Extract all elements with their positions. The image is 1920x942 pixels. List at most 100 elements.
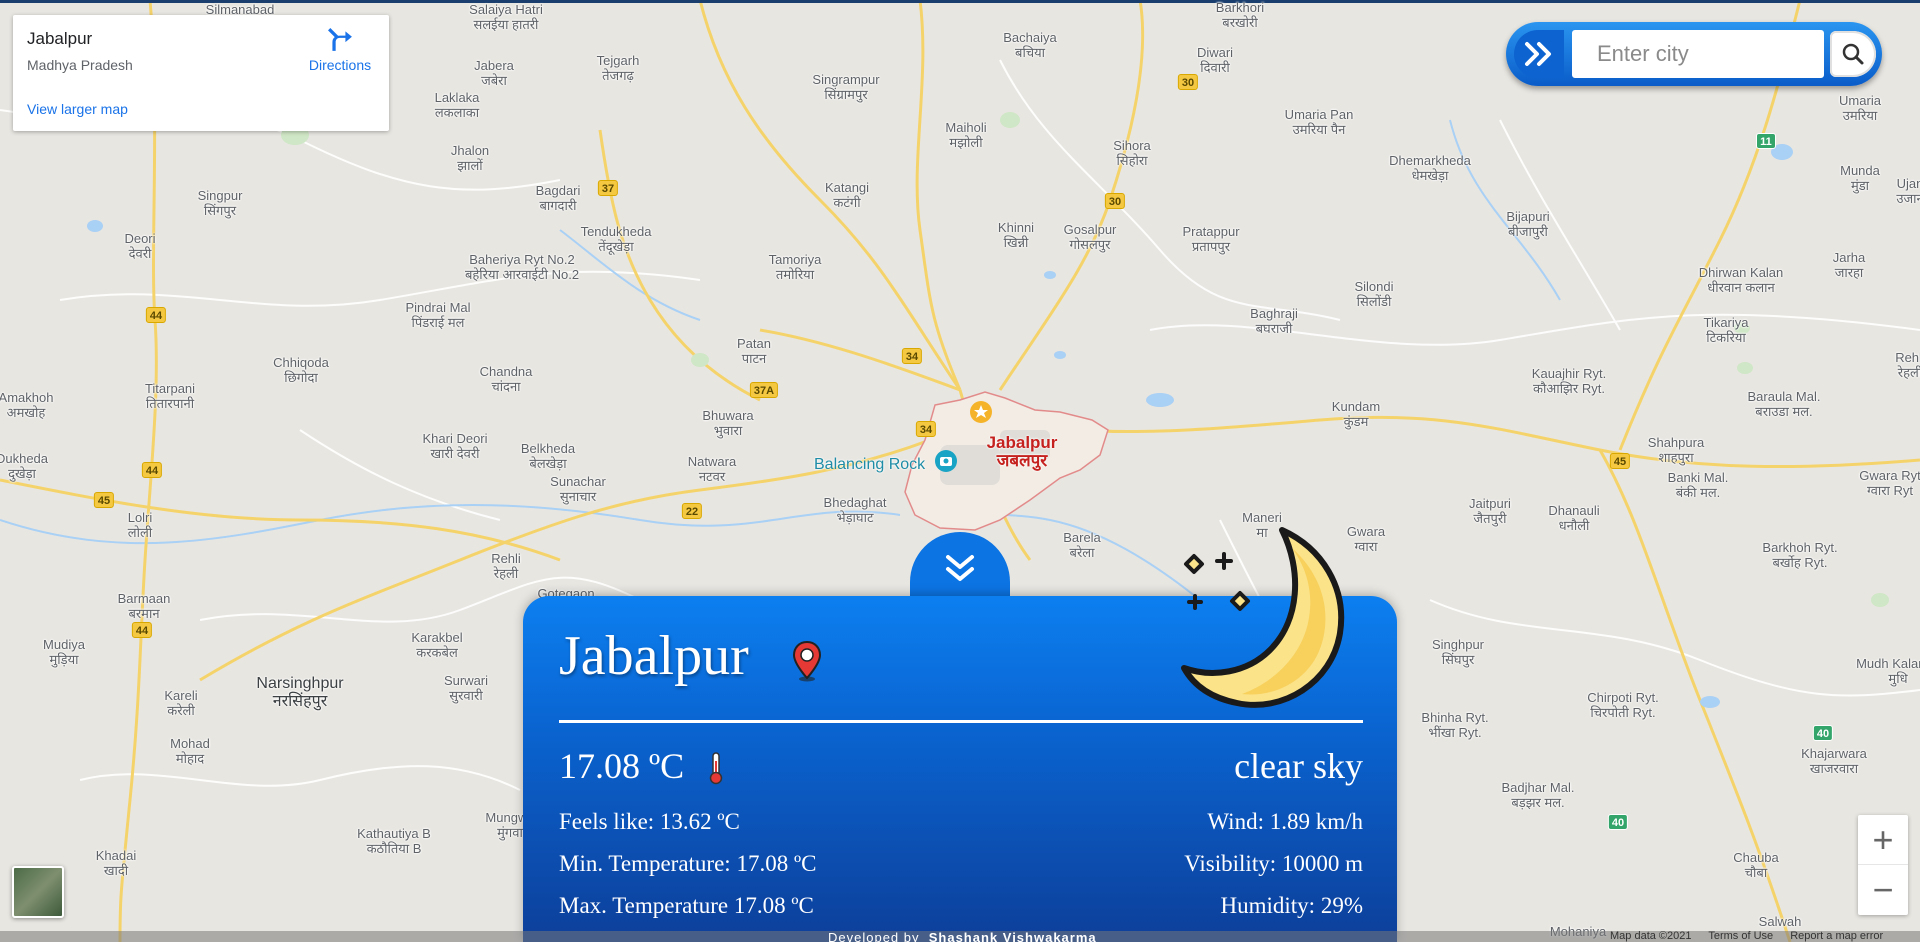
place-label[interactable]: Baraula Mal. बराउडा मल. (1748, 389, 1821, 419)
place-label[interactable]: Chandna चांदना (480, 364, 533, 394)
place-label[interactable]: Barmaan बरमान (118, 591, 171, 621)
place-label[interactable]: Kauajhir Ryt. कौआझिर Ryt. (1532, 366, 1606, 396)
place-label[interactable]: Gosalpur गोसलपुर (1064, 222, 1117, 252)
highway-shield: 45 (1609, 453, 1631, 469)
place-label[interactable]: Tendukheda तेंदूखेड़ा (581, 224, 652, 254)
place-label[interactable]: Umaria Pan उमरिया पैन (1285, 107, 1354, 137)
place-label[interactable]: Maiholi मझोली (945, 120, 986, 150)
highway-shield: 11 (1756, 133, 1776, 149)
place-label[interactable]: Kareli करेली (164, 688, 197, 718)
place-name-hi: बीजापुरी (1508, 224, 1548, 239)
place-label[interactable]: Mohad मोहाद (170, 736, 210, 766)
place-label[interactable]: Khajarwara खाजरवारा (1801, 746, 1867, 776)
place-label[interactable]: Barela बरेला (1063, 530, 1101, 560)
place-label[interactable]: Laklaka लकलाका (435, 90, 480, 120)
report-error-link[interactable]: Report a map error (1790, 930, 1883, 942)
place-label[interactable]: Kundam कुंडम (1332, 399, 1380, 429)
place-label[interactable]: Tikariya टिकरिया (1703, 315, 1748, 345)
place-label[interactable]: Badjhar Mal. बड़झर मल. (1502, 780, 1575, 810)
place-label[interactable]: Katangi कटंगी (825, 180, 869, 210)
directions-button[interactable]: Directions (295, 27, 385, 73)
city-search-input[interactable] (1572, 30, 1824, 78)
place-label[interactable]: Jabera जबेरा (474, 58, 514, 88)
place-label[interactable]: Jhalon झालों (451, 143, 489, 173)
place-name-en: Dhanauli (1548, 503, 1600, 518)
search-toggle-button[interactable] (1514, 30, 1564, 78)
place-label[interactable]: Umaria उमरिया (1839, 93, 1881, 123)
place-label[interactable]: Bhinha Ryt. भींखा Ryt. (1421, 710, 1488, 740)
place-label[interactable]: Pindrai Mal पिंडराई मल (405, 300, 470, 330)
terms-link[interactable]: Terms of Use (1708, 930, 1773, 942)
place-label[interactable]: Khari Deori खारी देवरी (422, 431, 487, 461)
place-label[interactable]: Karakbel करकबेल (411, 630, 462, 660)
place-label[interactable]: Ujanउजान (1896, 176, 1920, 206)
highway-shield: 22 (681, 503, 703, 519)
place-label[interactable]: Diwari दिवारी (1197, 45, 1233, 75)
place-label[interactable]: Salwah (1759, 914, 1802, 929)
search-icon (1842, 43, 1864, 65)
place-name-en: Chirpoti Ryt. (1587, 690, 1659, 705)
place-label[interactable]: Bhuwara भुवारा (702, 408, 753, 438)
place-label[interactable]: Baghraji बघराजी (1250, 306, 1298, 336)
place-label[interactable]: Gwara Ryt ग्वारा Ryt (1859, 468, 1920, 498)
place-label[interactable]: Titarpani तितारपानी (145, 381, 195, 411)
place-label[interactable]: Pratappur प्रतापपुर (1182, 224, 1239, 254)
place-label[interactable]: Mudiya मुड़िया (43, 637, 85, 667)
map-layer-toggle[interactable] (12, 866, 64, 918)
city-marker-label[interactable]: Jabalpur जबलपुर (987, 434, 1058, 470)
place-label[interactable]: Sunachar सुनाचार (550, 474, 606, 504)
highway-shield: 30 (1104, 193, 1126, 209)
place-name-hi: मुंडा (1850, 178, 1870, 193)
place-label[interactable]: Dhemarkheda धेमखेड़ा (1389, 153, 1471, 183)
place-label[interactable]: Natwara नटवर (688, 454, 736, 484)
place-label[interactable]: Mudh Kalan Mमुधि (1856, 656, 1920, 686)
place-label[interactable]: Patan पाटन (737, 336, 771, 366)
search-button[interactable] (1830, 31, 1876, 77)
place-label[interactable]: Barkhoh Ryt. बर्खोह Ryt. (1762, 540, 1837, 570)
place-label[interactable]: Singhpur सिंघपुर (1432, 637, 1484, 667)
place-label[interactable]: Tejgarh तेजगढ़ (597, 53, 640, 83)
place-label[interactable]: Dhirwan Kalan धीरवान कलान (1699, 265, 1784, 295)
place-label[interactable]: Banki Mal. बंकी मल. (1668, 470, 1729, 500)
poi-balancing-rock[interactable]: Balancing Rock (814, 456, 925, 474)
place-name-hi: भेड़ाघाट (836, 510, 874, 525)
place-label[interactable]: Munda मुंडा (1840, 163, 1880, 193)
place-label[interactable]: Khadai खादी (96, 848, 136, 878)
place-label[interactable]: Amakhoh अमखोह (0, 390, 53, 420)
place-label[interactable]: Bagdari बागदारी (536, 183, 581, 213)
place-label[interactable]: Rehliरेहली (1895, 350, 1920, 380)
zoom-in-button[interactable]: + (1858, 815, 1908, 865)
place-label[interactable]: Belkheda बेलखेड़ा (521, 441, 575, 471)
place-name-en: Dhirwan Kalan (1698, 265, 1784, 280)
place-name-hi: मुड़िया (49, 652, 79, 667)
view-larger-map-link[interactable]: View larger map (27, 101, 128, 117)
place-label[interactable]: Bhedaghat भेड़ाघाट (824, 495, 887, 525)
place-label[interactable]: Bijapuri बीजापुरी (1506, 209, 1549, 239)
place-label[interactable]: Jaitpuri जैतपुरी (1469, 496, 1511, 526)
place-label[interactable]: Chauba चौबा (1733, 850, 1779, 880)
place-label[interactable]: Silondi सिलोंडी (1354, 279, 1393, 309)
place-label[interactable]: Narsinghpur नरसिंहपुर (256, 675, 343, 711)
place-label[interactable]: Shahpura शाहपुरा (1648, 435, 1704, 465)
place-label[interactable]: Surwari सुरवारी (444, 673, 488, 703)
place-label[interactable]: Rehliरेहली (491, 551, 521, 581)
place-label[interactable]: Barkhori बरखोरी (1216, 0, 1264, 30)
place-label[interactable]: Baheriya Ryt No.2 बहेरिया आरवाईटी No.2 (465, 252, 579, 282)
place-label[interactable]: Kathautiya B कठौतिया B (357, 826, 431, 856)
place-label[interactable]: Jarha जारहा (1833, 250, 1866, 280)
developer-name[interactable]: Shashank Vishwakarma (929, 930, 1097, 942)
place-label[interactable]: Salaiya Hatri सलईया हातरी (469, 2, 543, 32)
place-label[interactable]: Dhanauli धनौली (1548, 503, 1599, 533)
zoom-out-button[interactable]: − (1858, 865, 1908, 915)
place-label[interactable]: Chirpoti Ryt. चिरपोती Ryt. (1587, 690, 1659, 720)
place-label[interactable]: Deori देवरी (124, 231, 155, 261)
place-label[interactable]: Bachaiya बचिया (1003, 30, 1056, 60)
place-label[interactable]: Singrampur सिंग्रामपुर (812, 72, 879, 102)
place-label[interactable]: Chhiqoda छिगोदा (273, 355, 329, 385)
place-label[interactable]: Tamoriya तमोरिया (769, 252, 822, 282)
place-label[interactable]: Lolri लोली (128, 510, 153, 540)
place-label[interactable]: Khinni खिन्नी (998, 220, 1034, 250)
place-label[interactable]: Singpur सिंगपुर (198, 188, 243, 218)
place-label[interactable]: Sihora सिहोरा (1113, 138, 1151, 168)
place-label[interactable]: Dukheda दुखेड़ा (0, 451, 48, 481)
